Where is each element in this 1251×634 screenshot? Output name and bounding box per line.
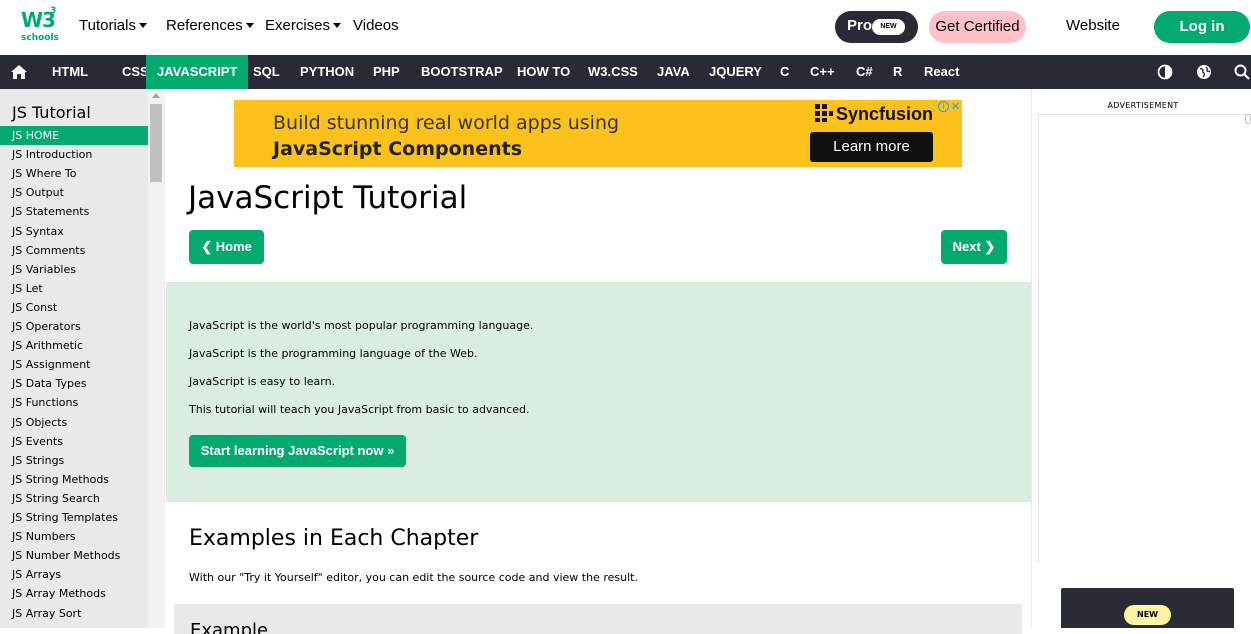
scroll-up-arrow-icon[interactable]: [152, 93, 160, 98]
nav-item-how-to[interactable]: HOW TO: [506, 55, 581, 89]
previous-home-button[interactable]: ❮ Home: [189, 230, 264, 264]
nav-item-sql[interactable]: SQL: [242, 55, 291, 89]
sidebar-item[interactable]: JS Arithmetic: [0, 336, 148, 355]
sidebar-item[interactable]: JS String Templates: [0, 508, 148, 527]
home-icon[interactable]: [10, 64, 28, 80]
nav-item-w3-css[interactable]: W3.CSS: [577, 55, 649, 89]
advertisement-label: ADVERTISEMENT: [1107, 101, 1179, 110]
logo-superscript: 3: [50, 6, 57, 16]
nav-item-bootstrap[interactable]: BOOTSTRAP: [410, 55, 514, 89]
sidebar-item[interactable]: JS String Search: [0, 489, 148, 508]
videos-link[interactable]: Videos: [353, 17, 399, 34]
ad-close-icon[interactable]: ✕: [951, 100, 960, 113]
nav-item-c[interactable]: C++: [799, 55, 846, 89]
sidebar-item[interactable]: JS HOME: [0, 126, 148, 145]
sidebar-item[interactable]: JS String Methods: [0, 470, 148, 489]
references-label: References: [166, 17, 243, 34]
promo-new-badge: NEW: [1124, 605, 1171, 625]
sidebar-item[interactable]: JS Array Sort: [0, 604, 148, 623]
nav-item-html[interactable]: HTML: [41, 55, 99, 89]
intro-panel: JavaScript is the world's most popular p…: [166, 282, 1031, 502]
sidebar-item[interactable]: JS Variables: [0, 260, 148, 279]
examples-section-text: With our "Try it Yourself" editor, you c…: [189, 571, 638, 584]
ad-banner[interactable]: Build stunning real world apps using Jav…: [234, 100, 962, 167]
promo-box[interactable]: NEW: [1061, 588, 1234, 628]
sidebar-item[interactable]: JS Let: [0, 279, 148, 298]
sidebar-item[interactable]: JS Events: [0, 432, 148, 451]
tutorial-sidebar: JS Tutorial JS HOME JS Introduction JS Whe…: [0, 89, 148, 628]
scrollbar-thumb[interactable]: [150, 104, 162, 182]
example-title: Example: [190, 620, 269, 634]
contrast-icon[interactable]: [1157, 64, 1173, 80]
exercises-label: Exercises: [265, 17, 331, 34]
ad-frame-scroll-handle: [1245, 114, 1251, 124]
sidebar-title: JS Tutorial: [12, 103, 91, 122]
subject-nav-bar: HTML CSS JAVASCRIPT SQL PYTHON PHP BOOTSTRAP HO…: [0, 55, 1251, 89]
page-title: JavaScript Tutorial: [188, 180, 468, 216]
sidebar-item[interactable]: JS Introduction: [0, 145, 148, 164]
sidebar-item[interactable]: JS Output: [0, 183, 148, 202]
sidebar-item[interactable]: JS Const: [0, 298, 148, 317]
search-icon[interactable]: [1234, 64, 1250, 80]
sidebar-item[interactable]: JS Where To: [0, 164, 148, 183]
sidebar-scrollbar[interactable]: [148, 89, 165, 628]
examples-section-title: Examples in Each Chapter: [189, 526, 479, 551]
nav-item-java[interactable]: JAVA: [646, 55, 701, 89]
caret-down-icon: [245, 23, 254, 28]
tutorials-label: Tutorials: [79, 17, 136, 34]
website-link[interactable]: Website: [1066, 17, 1120, 34]
pro-new-badge: NEW: [872, 19, 905, 35]
sidebar-item[interactable]: JS Assignment: [0, 355, 148, 374]
sidebar-item[interactable]: JS Syntax: [0, 222, 148, 241]
references-menu[interactable]: References: [166, 17, 254, 34]
get-certified-button[interactable]: Get Certified: [929, 11, 1026, 43]
nav-item-react[interactable]: React: [913, 55, 970, 89]
sidebar-item[interactable]: JS Operators: [0, 317, 148, 336]
pro-label: Pro: [847, 17, 873, 34]
intro-paragraph: JavaScript is easy to learn.: [189, 375, 336, 388]
sidebar-item[interactable]: JS Number Methods: [0, 546, 148, 565]
sidebar-item[interactable]: JS Numbers: [0, 527, 148, 546]
sidebar-item[interactable]: JS Statements: [0, 202, 148, 221]
start-learning-button[interactable]: Start learning JavaScript now »: [189, 435, 406, 467]
login-button[interactable]: Log in: [1154, 11, 1250, 43]
nav-item-jquery[interactable]: JQUERY: [698, 55, 773, 89]
top-bar: W3 3 schools Tutorials References Exerci…: [0, 0, 1251, 55]
sidebar-item[interactable]: JS Comments: [0, 241, 148, 260]
nav-item-python[interactable]: PYTHON: [289, 55, 365, 89]
ad-subheadline: JavaScript Components: [273, 138, 523, 160]
logo-subtext: schools: [21, 33, 59, 43]
pro-button[interactable]: Pro NEW: [835, 11, 918, 43]
sidebar-item[interactable]: JS Objects: [0, 413, 148, 432]
next-button[interactable]: Next ❯: [941, 230, 1007, 264]
exercises-menu[interactable]: Exercises: [265, 17, 342, 34]
nav-item-php[interactable]: PHP: [362, 55, 411, 89]
sidebar-item[interactable]: JS Functions: [0, 393, 148, 412]
sidebar-item[interactable]: JS Data Types: [0, 374, 148, 393]
intro-paragraph: JavaScript is the world's most popular p…: [189, 319, 534, 332]
nav-item-r[interactable]: R: [882, 55, 913, 89]
w3schools-logo[interactable]: W3 3 schools: [19, 6, 59, 46]
ad-brand-name: Syncfusion: [836, 104, 934, 124]
syncfusion-logo-icon: [815, 104, 833, 122]
ad-learn-more-button[interactable]: Learn more: [810, 132, 933, 162]
intro-paragraph: JavaScript is the programming language o…: [189, 347, 478, 360]
right-column-divider: [1031, 89, 1032, 628]
ad-info-icon[interactable]: i: [938, 101, 949, 112]
side-ad-frame[interactable]: [1038, 114, 1251, 563]
intro-paragraph: This tutorial will teach you JavaScript …: [189, 403, 530, 416]
nav-item-javascript[interactable]: JAVASCRIPT: [146, 55, 249, 89]
nav-item-c[interactable]: C: [769, 55, 800, 89]
caret-down-icon: [138, 23, 147, 28]
sidebar-item[interactable]: JS Strings: [0, 451, 148, 470]
example-box: Example: [174, 604, 1022, 634]
tutorials-menu[interactable]: Tutorials: [79, 17, 147, 34]
globe-icon[interactable]: [1196, 64, 1212, 80]
nav-item-c[interactable]: C#: [845, 55, 884, 89]
ad-headline: Build stunning real world apps using: [273, 112, 620, 134]
sidebar-item[interactable]: JS Arrays: [0, 565, 148, 584]
sidebar-item[interactable]: JS Array Methods: [0, 584, 148, 603]
caret-down-icon: [333, 23, 342, 28]
